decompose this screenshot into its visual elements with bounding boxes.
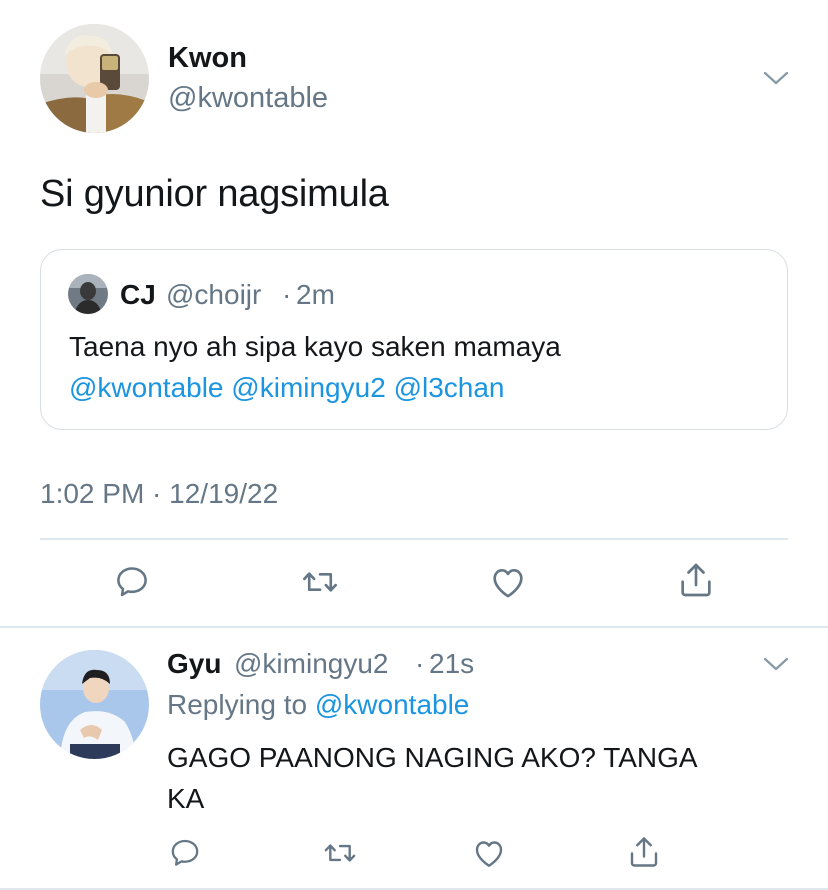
reply-text-line1: GAGO PAANONG NAGING AKO? TANGA	[167, 742, 698, 773]
reply-author-avatar[interactable]	[40, 650, 149, 759]
quoted-text: Taena nyo ah sipa kayo saken mamaya	[69, 331, 561, 362]
mention-link[interactable]: @kwontable	[69, 372, 224, 403]
quoted-author-name: CJ	[120, 279, 156, 310]
bottom-divider	[0, 888, 828, 890]
share-icon[interactable]	[676, 560, 716, 600]
replying-to-link[interactable]: @kwontable	[315, 689, 470, 720]
replying-to: Replying to @kwontable	[167, 689, 469, 721]
share-icon[interactable]	[626, 834, 662, 870]
like-icon[interactable]	[471, 835, 507, 871]
divider	[40, 538, 788, 540]
reply-icon[interactable]	[168, 836, 202, 870]
reply-separator: ·	[415, 648, 425, 679]
author-handle[interactable]: @kwontable	[168, 82, 328, 115]
reply-text-line2: KA	[167, 783, 205, 814]
retweet-icon[interactable]	[300, 563, 340, 601]
reply-author-name[interactable]: Gyu	[167, 648, 221, 680]
quoted-age: 2m	[296, 279, 335, 310]
retweet-icon[interactable]	[322, 836, 358, 870]
reply-author-handle[interactable]: @kimingyu2	[234, 648, 388, 680]
quoted-separator: ·	[282, 279, 292, 310]
author-name[interactable]: Kwon	[168, 42, 247, 75]
section-divider	[0, 626, 828, 628]
tweet-timestamp[interactable]: 1:02 PM · 12/19/22	[40, 478, 278, 510]
mention-link[interactable]: @kimingyu2	[231, 372, 385, 403]
quoted-author-handle: @choijr	[166, 279, 262, 310]
author-avatar[interactable]	[40, 24, 149, 133]
replying-to-prefix: Replying to	[167, 689, 308, 720]
reply-age: 21s	[429, 648, 475, 679]
reply-icon[interactable]	[113, 563, 151, 601]
mention-link[interactable]: @l3chan	[394, 372, 505, 403]
chevron-down-icon[interactable]	[763, 70, 789, 86]
chevron-down-icon[interactable]	[763, 656, 789, 672]
like-icon[interactable]	[488, 562, 528, 602]
quoted-mentions: @kwontable @kimingyu2 @l3chan	[69, 367, 505, 408]
tweet-text: Si gyunior nagsimula	[40, 173, 389, 215]
quoted-author-avatar	[68, 274, 108, 314]
